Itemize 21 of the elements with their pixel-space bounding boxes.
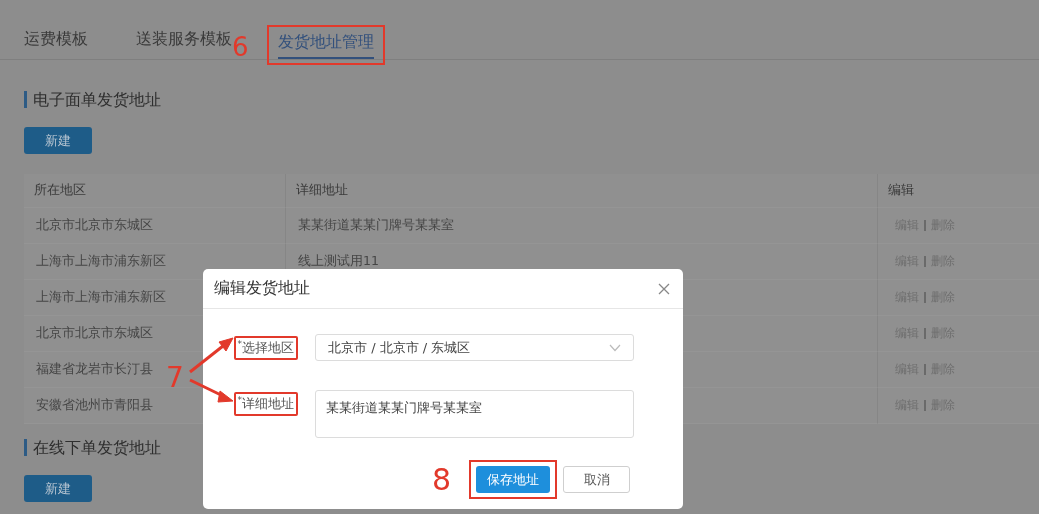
step-number: 6 (232, 31, 249, 60)
table-cell: 某某街道某某门牌号某某室 (285, 208, 877, 244)
select-value: 北京市 / 北京市 / 东城区 (328, 338, 471, 357)
column-header: 编辑 (877, 174, 1039, 208)
region-select[interactable]: 北京市 / 北京市 / 东城区 (315, 334, 634, 361)
section-title: 电子面单发货地址 (24, 90, 161, 108)
tab[interactable]: 运费模板 (24, 25, 88, 59)
save-button[interactable]: 保存地址 (476, 466, 550, 493)
new-button[interactable]: 新建 (24, 475, 92, 502)
cancel-button[interactable]: 取消 (563, 466, 630, 493)
tab[interactable]: 送装服务模板 (136, 25, 232, 59)
table-cell: 北京市北京市东城区 (24, 208, 285, 244)
section-title: 在线下单发货地址 (24, 438, 161, 456)
tab[interactable]: 发货地址管理 (277, 27, 374, 59)
field-label: $^{*}$选择地区 (233, 336, 298, 361)
step-number: 8 (431, 464, 451, 495)
field-label: $^{*}$详细地址 (233, 392, 298, 417)
new-button[interactable]: 新建 (24, 127, 92, 154)
column-header: 详细地址 (285, 174, 877, 208)
column-header: 所在地区 (24, 174, 285, 208)
address-field[interactable]: 某某街道某某门牌号某某室 (315, 390, 634, 438)
